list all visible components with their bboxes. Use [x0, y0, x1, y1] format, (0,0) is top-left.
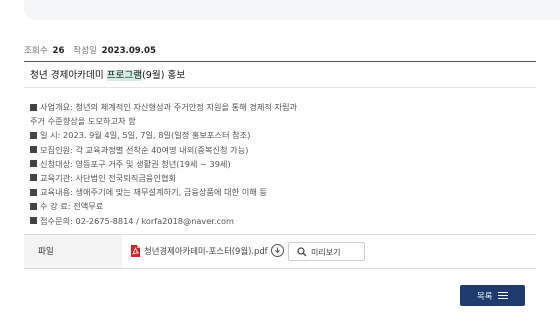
pdf-icon	[131, 245, 140, 257]
square-bullet-icon	[30, 160, 37, 168]
search-icon	[297, 247, 307, 257]
attachment-file-link[interactable]: 청년경제아카데미-포스터(9월).pdf	[144, 245, 268, 257]
post-body-line: 접수문의: 02-2675-8814 / korfa2018@naver.com	[30, 214, 530, 228]
post-body-text: 모집인원: 각 교육과정별 선착순 40여명 내외(중복신청 가능)	[40, 144, 249, 155]
post-title-suffix: (9월) 홍보	[142, 70, 186, 81]
post-body-text: 일 시: 2023. 9월 4일, 5일, 7일, 8일(일정 홍보포스터 참조…	[40, 130, 251, 141]
square-bullet-icon	[30, 202, 37, 210]
date-label: 작성일	[73, 46, 97, 56]
post-title-highlight: 프로그램	[106, 70, 143, 81]
views-label: 조회수	[24, 46, 48, 56]
square-bullet-icon	[30, 103, 37, 111]
post-title-text: 청년 경제아카데미	[30, 70, 107, 81]
post-body-text: 사업개요: 청년의 체계적인 자산형성과 주거안정 지원을 통해 경제적 자립과	[40, 102, 298, 112]
views-count: 26	[52, 46, 65, 56]
title-top-divider	[24, 61, 536, 62]
post-body-line: 수 강 료: 전액무료	[30, 199, 530, 213]
attachment-label-cell: 파일	[24, 235, 122, 268]
post-body-text: 수 강 료: 전액무료	[40, 201, 104, 212]
list-button[interactable]: 목록	[460, 285, 525, 306]
square-bullet-icon	[30, 217, 37, 224]
square-bullet-icon	[30, 131, 37, 139]
top-banner-area	[0, 0, 560, 22]
post-body-line: 모집인원: 각 교육과정별 선착순 40여명 내외(중복신청 가능)	[30, 143, 530, 157]
square-bullet-icon	[30, 146, 37, 154]
download-icon[interactable]	[271, 244, 284, 257]
attachment-label: 파일	[38, 247, 54, 257]
post-date: 2023.09.05	[101, 46, 157, 56]
post-body-line: 교육기관: 사단법인 전국퇴직금융인협회	[30, 171, 530, 185]
menu-icon	[498, 292, 508, 300]
post-body-text: 주거 수준향상을 도모하고자 함	[30, 116, 136, 127]
square-bullet-icon	[30, 188, 37, 196]
post-body-text: 교육기관: 사단법인 전국퇴직금융인협회	[40, 172, 177, 183]
square-bullet-icon	[30, 174, 37, 182]
post-body-line: 신청대상: 영등포구 거주 및 생활권 청년(19세 ~ 39세)	[30, 157, 530, 171]
top-banner-shade	[24, 0, 560, 20]
preview-button[interactable]: 미리보기	[288, 242, 365, 261]
post-body-text: 접수문의: 02-2675-8814 / korfa2018@naver.com	[40, 215, 234, 226]
post-body-text: 신청대상: 영등포구 거주 및 생활권 청년(19세 ~ 39세)	[40, 158, 231, 169]
list-button-label: 목록	[477, 291, 493, 301]
post-body: 사업개요: 청년의 체계적인 자산형성과 주거안정 지원을 통해 경제적 자립과…	[30, 100, 530, 228]
attachment-row: 파일 청년경제아카데미-포스터(9월).pdf 미리보기	[24, 234, 536, 269]
post-meta: 조회수 26 작성일 2023.09.05	[24, 44, 156, 56]
title-bottom-divider	[24, 87, 536, 88]
preview-button-label: 미리보기	[311, 248, 341, 257]
post-body-line: 일 시: 2023. 9월 4일, 5일, 7일, 8일(일정 홍보포스터 참조…	[30, 128, 530, 142]
post-body-text: 교육내용: 생애주기에 맞는 재무설계하기, 금융상품에 대한 이해 등	[40, 187, 267, 198]
post-body-line: 교육내용: 생애주기에 맞는 재무설계하기, 금융상품에 대한 이해 등	[30, 185, 530, 199]
post-body-line: 사업개요: 청년의 체계적인 자산형성과 주거안정 지원을 통해 경제적 자립과	[30, 100, 530, 114]
post-title: 청년 경제아카데미 프로그램(9월) 홍보	[30, 67, 185, 81]
post-body-line: 주거 수준향상을 도모하고자 함	[30, 114, 530, 128]
